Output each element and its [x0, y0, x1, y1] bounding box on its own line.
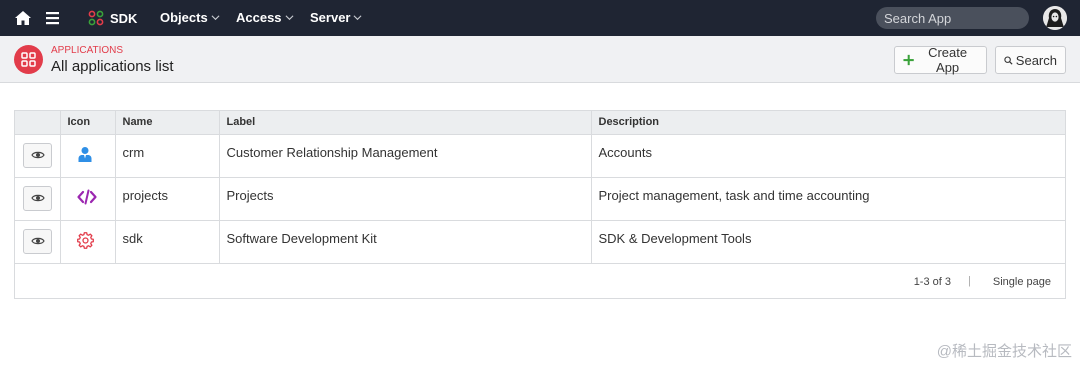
view-button[interactable]: [23, 185, 52, 211]
app-label-cell: Customer Relationship Management: [219, 134, 592, 178]
page-content: Applications All applications list Creat…: [0, 36, 1080, 366]
create-app-button[interactable]: Create App: [894, 45, 987, 75]
record-count: 1-3 of 3: [913, 276, 951, 288]
gear-icon: [76, 231, 94, 249]
brand-label: SDK: [110, 10, 138, 26]
eye-icon: [30, 151, 45, 159]
search-button[interactable]: Search: [995, 46, 1066, 74]
app-search-input[interactable]: [876, 7, 1029, 29]
nav-menu-access[interactable]: Access: [236, 10, 294, 25]
search-icon: [1004, 55, 1013, 65]
nav-menu-label: Objects: [160, 10, 208, 25]
page-header: Applications All applications list Creat…: [0, 36, 1080, 83]
user-avatar[interactable]: [1043, 6, 1067, 30]
column-header-label[interactable]: Label: [219, 111, 592, 135]
watermark: @稀土掘金技术社区: [936, 343, 1072, 360]
applications-badge-icon: [14, 45, 43, 74]
column-header-description[interactable]: Description: [591, 111, 1065, 135]
app-name-cell: sdk: [115, 220, 220, 264]
app-description-cell: Accounts: [591, 134, 1065, 178]
view-button[interactable]: [23, 228, 52, 254]
pager-separator: |: [968, 275, 971, 287]
nav-menu-label: Access: [236, 10, 282, 25]
eye-icon: [30, 237, 45, 245]
breadcrumb[interactable]: Applications: [51, 45, 123, 56]
row-actions-cell: [15, 134, 61, 178]
table-header-row: Icon Name Label Description: [15, 111, 1065, 135]
chevron-down-icon: [354, 15, 362, 21]
app-description-cell: SDK & Development Tools: [591, 220, 1065, 264]
app-label-cell: Projects: [219, 177, 592, 221]
plus-icon: [903, 54, 914, 66]
page-title: All applications list: [51, 58, 174, 75]
row-actions-cell: [15, 220, 61, 264]
app-icon-cell: [60, 177, 116, 221]
eye-icon: [30, 194, 45, 202]
chevron-down-icon: [285, 15, 294, 21]
single-page-toggle[interactable]: Single page: [993, 276, 1051, 288]
nav-menu-server[interactable]: Server: [310, 10, 362, 25]
app-name-cell: projects: [115, 177, 220, 221]
app-name-cell: crm: [115, 134, 220, 178]
top-navbar: SDK Objects Access Server: [0, 0, 1080, 36]
app-description-cell: Project management, task and time accoun…: [591, 177, 1065, 221]
table-row[interactable]: sdk Software Development Kit SDK & Devel…: [15, 220, 1065, 264]
applications-table: Icon Name Label Description crm Customer…: [14, 110, 1066, 299]
pagination-bar: 1-3 of 3 | Single page: [15, 274, 1065, 298]
search-label: Search: [1015, 52, 1057, 68]
column-header-icon[interactable]: Icon: [60, 111, 116, 135]
code-icon: [76, 189, 97, 204]
app-label-cell: Software Development Kit: [219, 220, 592, 264]
nav-menu-objects[interactable]: Objects: [160, 10, 220, 25]
app-icon-cell: [60, 134, 116, 178]
table-row[interactable]: projects Projects Project management, ta…: [15, 177, 1065, 221]
chevron-down-icon: [211, 15, 220, 21]
row-actions-cell: [15, 177, 61, 221]
column-header-actions: [15, 111, 61, 135]
avatar-icon: [1043, 6, 1067, 30]
hamburger-menu-icon[interactable]: [45, 10, 61, 26]
column-header-name[interactable]: Name: [115, 111, 220, 135]
apps-grid-icon: [88, 10, 104, 26]
nav-menu-label: Server: [310, 10, 351, 25]
brand-link[interactable]: SDK: [88, 9, 137, 27]
view-button[interactable]: [23, 142, 52, 168]
table-row[interactable]: crm Customer Relationship Management Acc…: [15, 134, 1065, 178]
home-icon[interactable]: [14, 9, 32, 27]
create-app-label: Create App: [928, 45, 968, 75]
user-icon: [78, 146, 91, 162]
app-icon-cell: [60, 220, 116, 264]
